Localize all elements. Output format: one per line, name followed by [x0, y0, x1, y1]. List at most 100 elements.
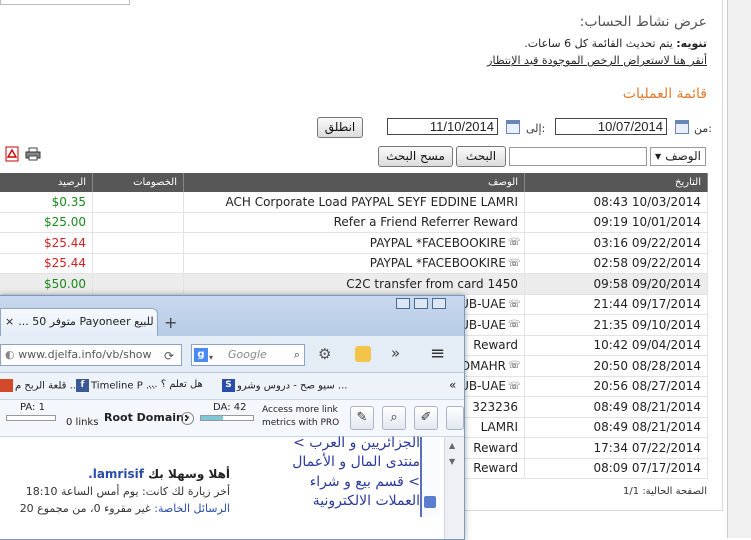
close-icon[interactable]: × — [5, 309, 14, 335]
reload-icon[interactable]: ⟳ — [164, 349, 174, 363]
overflow-icon[interactable]: « — [449, 378, 456, 392]
tab-title: للبيع Payoneer متوفر 50 ... — [18, 315, 154, 328]
column-header-description[interactable]: الوصف — [183, 173, 525, 192]
description-select[interactable]: ▼ الوصف — [650, 147, 706, 166]
forum-line[interactable]: منتدى المال و الأعمال — [292, 454, 420, 470]
forum-line[interactable]: الجزائريين و العرب > — [293, 435, 420, 451]
column-header-debits[interactable]: الخصومات — [92, 173, 184, 192]
scroll-down-icon[interactable]: ▼ — [449, 457, 455, 466]
forum-line[interactable]: > قسم بيع و شراء — [310, 474, 420, 490]
column-header-balance[interactable]: الرصيد — [0, 173, 93, 192]
chevron-down-icon[interactable]: ▾ — [209, 348, 213, 368]
description-text: Refer a Friend Referrer Reward — [333, 215, 518, 230]
column-header-date[interactable]: التاريخ — [524, 173, 708, 192]
minimize-icon[interactable] — [396, 298, 410, 309]
menu-icon[interactable]: ≡ — [430, 343, 445, 364]
browser-scrollbar[interactable]: ▲ ▼ — [444, 437, 464, 539]
pdf-icon[interactable] — [5, 146, 19, 162]
maximize-icon[interactable] — [414, 298, 428, 309]
site-icon: ◐ — [5, 348, 19, 361]
search-button[interactable]: البحث — [456, 146, 506, 167]
bookmark-item[interactable]: S سيو صح - دروس وشرو ... — [222, 379, 347, 392]
description-text: 323236 — [472, 399, 518, 414]
date-text: 17:34 07/22/2014 — [593, 440, 701, 455]
description-text: LAMRI — [480, 420, 518, 435]
description-text: UB-UAE — [460, 379, 506, 394]
date-text: 09:19 10/01/2014 — [593, 215, 701, 230]
extension-icon[interactable] — [355, 346, 371, 362]
username-link[interactable]: lamrisif. — [88, 467, 144, 481]
search-icon[interactable]: ⌕ — [294, 345, 300, 365]
da-meter-fill — [201, 416, 223, 420]
current-page-label: الصفحة الحالية: — [642, 486, 707, 497]
from-date-input[interactable]: 10/07/2014 — [555, 118, 667, 135]
bookmark-item[interactable]: f Timeline P ... — [76, 379, 155, 392]
description-text: ACH Corporate Load PAYPAL SEYF EDDINE LA… — [225, 194, 519, 209]
toolbar-button[interactable] — [446, 406, 464, 430]
description-text: UB-UAE — [460, 317, 506, 332]
cell-description: C2C transfer from card 1450 — [183, 273, 525, 295]
cell-date: 20:50 08/28/2014 — [524, 355, 708, 377]
bookmark-icon: S — [222, 379, 235, 392]
chevron-down-icon[interactable]: ▾ — [181, 412, 194, 425]
pro-text-1: Access more link — [262, 405, 338, 415]
last-visit-text: أخر زيارة لك كانت: يوم أمس الساعة 18:10 — [25, 485, 230, 498]
root-domain-label: Root Domain: — [104, 411, 189, 424]
cell-balance: $50.00 — [0, 273, 93, 295]
from-label: من: — [694, 122, 712, 135]
browser-tab[interactable]: × للبيع Payoneer متوفر 50 ... — [0, 308, 158, 336]
pencil-icon[interactable]: ✐ — [414, 406, 438, 430]
description-text: C2C transfer from card 1450 — [346, 276, 518, 291]
page-scrollbar[interactable] — [727, 0, 751, 538]
gear-icon[interactable]: ⚙ — [318, 345, 331, 363]
date-text: 08:49 08/21/2014 — [593, 420, 701, 435]
to-date-input[interactable]: 11/10/2014 — [387, 118, 498, 135]
table-row[interactable]: $50.00 C2C transfer from card 1450 09:58 0… — [0, 273, 708, 295]
private-messages-label[interactable]: الرسائل الخاصة: — [154, 502, 230, 515]
moz-toolbar: PA: 1 0 links Root Domain: ▾ DA: 42 Acce… — [0, 400, 464, 437]
print-icon[interactable] — [25, 147, 41, 161]
cell-date: 20:56 08/27/2014 — [524, 376, 708, 397]
cell-date: 09:19 10/01/2014 — [524, 212, 708, 233]
table-row[interactable]: $25.00 Refer a Friend Referrer Reward 09:1… — [0, 212, 708, 233]
balance-text: $25.00 — [44, 215, 86, 230]
cell-date: 08:43 10/03/2014 — [524, 192, 708, 213]
url-bar[interactable]: ◐ www.djelfa.info/vb/show — [0, 344, 182, 366]
pending-licenses-link[interactable]: أنقر هنا لاستعراض الرخص الموجودة قيد الإ… — [487, 54, 707, 67]
close-icon[interactable] — [432, 298, 446, 309]
wrench-icon[interactable]: ✎ — [350, 406, 374, 430]
balance-text: $25.44 — [44, 256, 86, 271]
date-text: 02:58 09/22/2014 — [593, 256, 701, 271]
search-input[interactable] — [509, 147, 647, 166]
go-button[interactable]: انطلق — [317, 117, 363, 138]
cell-balance: $25.44 — [0, 253, 93, 274]
cell-description: ACH Corporate Load PAYPAL SEYF EDDINE LA… — [183, 192, 525, 213]
date-text: 03:16 09/22/2014 — [593, 235, 701, 250]
browser-window[interactable]: × للبيع Payoneer متوفر 50 ... + ◐ www.dje… — [0, 295, 465, 540]
search-bar[interactable]: g ▾ Google ⌕ — [191, 344, 305, 366]
links-label: 0 links — [66, 417, 99, 428]
calendar-icon[interactable] — [675, 120, 689, 134]
overflow-icon[interactable]: » — [391, 344, 400, 362]
forum-line[interactable]: العملات الالكترونية — [313, 493, 420, 509]
search-icon[interactable]: ⌕ — [382, 406, 406, 430]
scroll-up-icon[interactable]: ▲ — [449, 441, 455, 450]
new-tab-button[interactable]: + — [164, 313, 177, 332]
table-row[interactable]: $25.44 PAYPAL *FACEBOOKIRE ☏ 02:58 09/22/20… — [0, 253, 708, 274]
clear-search-button[interactable]: مسح البحث — [378, 146, 453, 167]
calendar-icon[interactable] — [506, 120, 520, 134]
date-text: 21:35 09/10/2014 — [593, 317, 701, 332]
description-text: PAYPAL *FACEBOOKIRE — [369, 235, 506, 250]
google-icon: g — [194, 348, 208, 362]
cell-date: 09:58 09/20/2014 — [524, 273, 708, 295]
description-text: UB-UAE — [460, 297, 506, 312]
table-row[interactable]: $25.44 PAYPAL *FACEBOOKIRE ☏ 03:16 09/22/20… — [0, 232, 708, 254]
account-activity-title: عرض نشاط الحساب: — [579, 14, 707, 30]
description-text: PAYPAL *FACEBOOKIRE — [369, 256, 506, 271]
table-row[interactable]: $0.35 ACH Corporate Load PAYPAL SEYF EDDI… — [0, 192, 708, 213]
bookmark-item[interactable]: هل تعلم ؟ ... — [148, 379, 203, 390]
cell-date: 08:09 07/17/2014 — [524, 458, 708, 479]
browser-content: الجزائريين و العرب > منتدى المال و الأعم… — [0, 435, 464, 539]
bookmark-item[interactable]: قلعة الربح م ... — [0, 379, 79, 392]
window-controls — [396, 298, 462, 312]
